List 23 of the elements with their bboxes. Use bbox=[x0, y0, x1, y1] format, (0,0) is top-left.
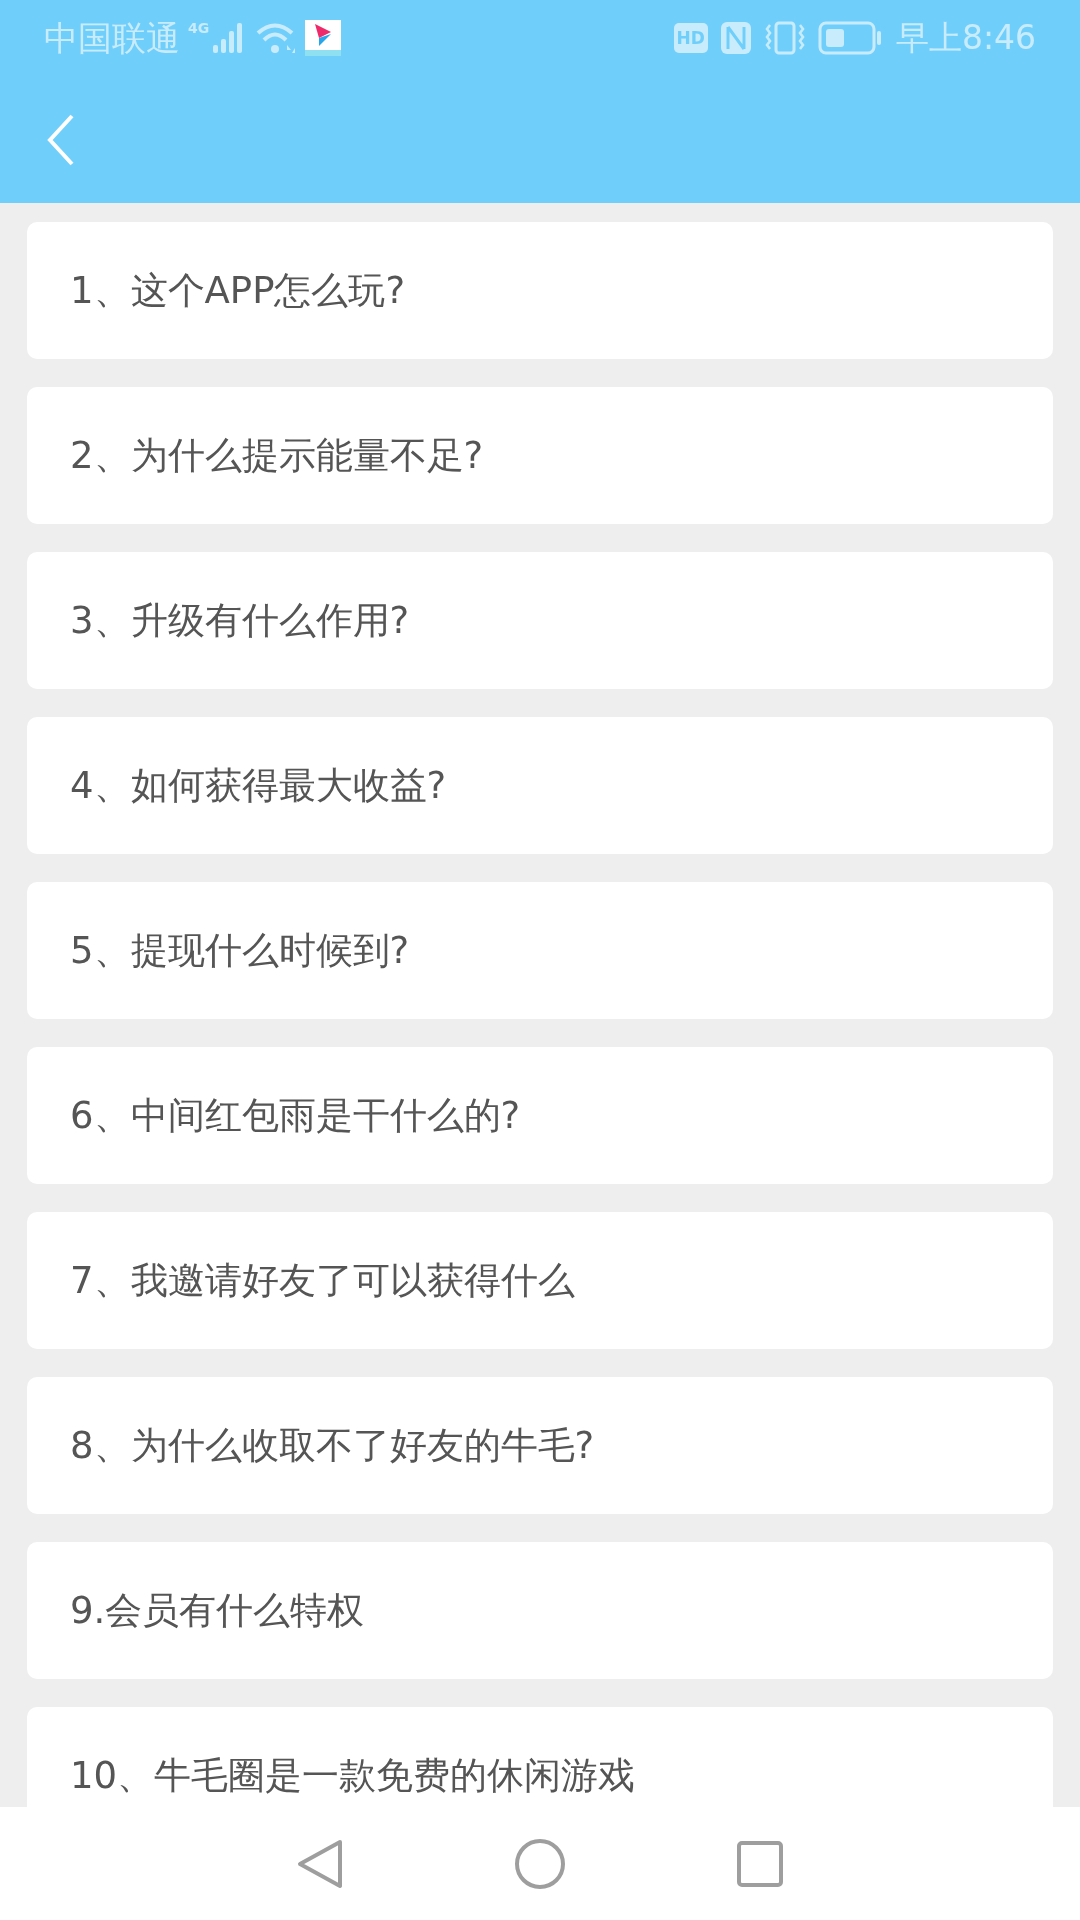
question-item[interactable]: 5、提现什么时候到? bbox=[27, 882, 1053, 1019]
carrier-name: 中国联通 bbox=[44, 16, 180, 60]
question-item[interactable]: 10、牛毛圈是一款免费的休闲游戏 bbox=[27, 1707, 1053, 1807]
hd-badge: HD bbox=[673, 23, 708, 53]
wifi-icon bbox=[255, 21, 298, 55]
nav-back-button[interactable] bbox=[296, 1837, 344, 1890]
battery-icon bbox=[817, 21, 882, 55]
back-icon bbox=[46, 113, 76, 166]
question-item[interactable]: 8、为什么收取不了好友的牛毛? bbox=[27, 1377, 1053, 1514]
app-icon bbox=[305, 20, 342, 56]
nav-recents-button[interactable] bbox=[736, 1839, 784, 1888]
nfc-icon bbox=[719, 21, 752, 55]
question-item[interactable]: 9.会员有什么特权 bbox=[27, 1542, 1053, 1679]
question-item[interactable]: 2、为什么提示能量不足? bbox=[27, 387, 1053, 524]
nav-home-button[interactable] bbox=[514, 1837, 566, 1890]
question-item[interactable]: 1、这个APP怎么玩? bbox=[27, 222, 1053, 359]
question-item[interactable]: 7、我邀请好友了可以获得什么 bbox=[27, 1212, 1053, 1349]
network-type: 4G bbox=[188, 19, 210, 38]
question-item[interactable]: 4、如何获得最大收益? bbox=[27, 717, 1053, 854]
vibrate-icon bbox=[763, 21, 806, 55]
question-item[interactable]: 6、中间红包雨是干什么的? bbox=[27, 1047, 1053, 1184]
clock-time: 早上8:46 bbox=[895, 17, 1036, 60]
question-item[interactable]: 3、升级有什么作用? bbox=[27, 552, 1053, 689]
